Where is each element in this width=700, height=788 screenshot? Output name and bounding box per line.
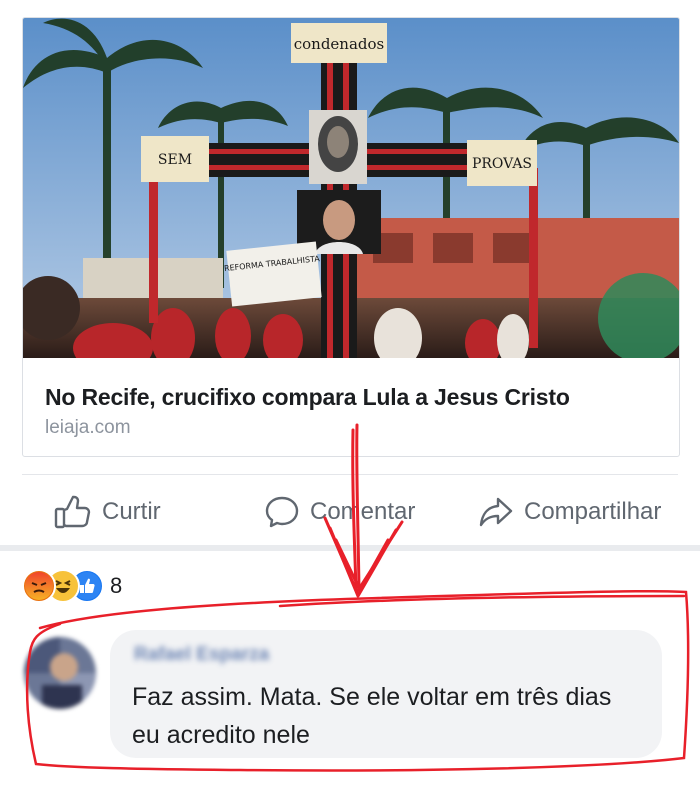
- share-arrow-icon: [479, 497, 513, 527]
- comment-bubble: Rafael Esparza Faz assim. Mata. Se ele v…: [110, 630, 662, 758]
- reaction-count: 8: [110, 573, 123, 598]
- like-button[interactable]: Curtir: [54, 494, 161, 530]
- avatar[interactable]: [24, 637, 96, 709]
- speech-bubble-icon: [265, 496, 299, 528]
- comment-button[interactable]: Comentar: [264, 494, 415, 530]
- comment-label: Comentar: [310, 498, 416, 525]
- like-label: Curtir: [102, 498, 161, 525]
- reactions-summary[interactable]: 8: [22, 569, 122, 603]
- post-actions-bar: Curtir Comentar Compartilhar: [0, 482, 700, 542]
- share-button[interactable]: Compartilhar: [478, 494, 661, 530]
- sign-condenados: condenados: [294, 35, 385, 53]
- divider: [22, 474, 678, 475]
- facebook-post: condenados SEM PROVAS REFORMA TRABALHIST…: [0, 0, 700, 788]
- section-separator: [0, 545, 700, 551]
- angry-icon: [22, 569, 56, 603]
- sign-provas: PROVAS: [472, 156, 532, 172]
- comment-text: Faz assim. Mata. Se ele voltar em três d…: [132, 683, 612, 749]
- link-preview-image[interactable]: condenados SEM PROVAS REFORMA TRABALHIST…: [23, 18, 679, 358]
- protest-cross-photo: condenados SEM PROVAS REFORMA TRABALHIST…: [23, 18, 679, 358]
- sign-sem: SEM: [158, 152, 192, 168]
- thumbs-up-icon: [54, 495, 91, 529]
- commenter-name[interactable]: Rafael Esparza: [134, 644, 269, 666]
- link-preview-card[interactable]: condenados SEM PROVAS REFORMA TRABALHIST…: [22, 17, 680, 457]
- commenter-photo: [24, 637, 96, 709]
- link-title[interactable]: No Recife, crucifixo compara Lula a Jesu…: [45, 384, 570, 411]
- link-domain: leiaja.com: [45, 417, 131, 438]
- share-label: Compartilhar: [524, 498, 662, 525]
